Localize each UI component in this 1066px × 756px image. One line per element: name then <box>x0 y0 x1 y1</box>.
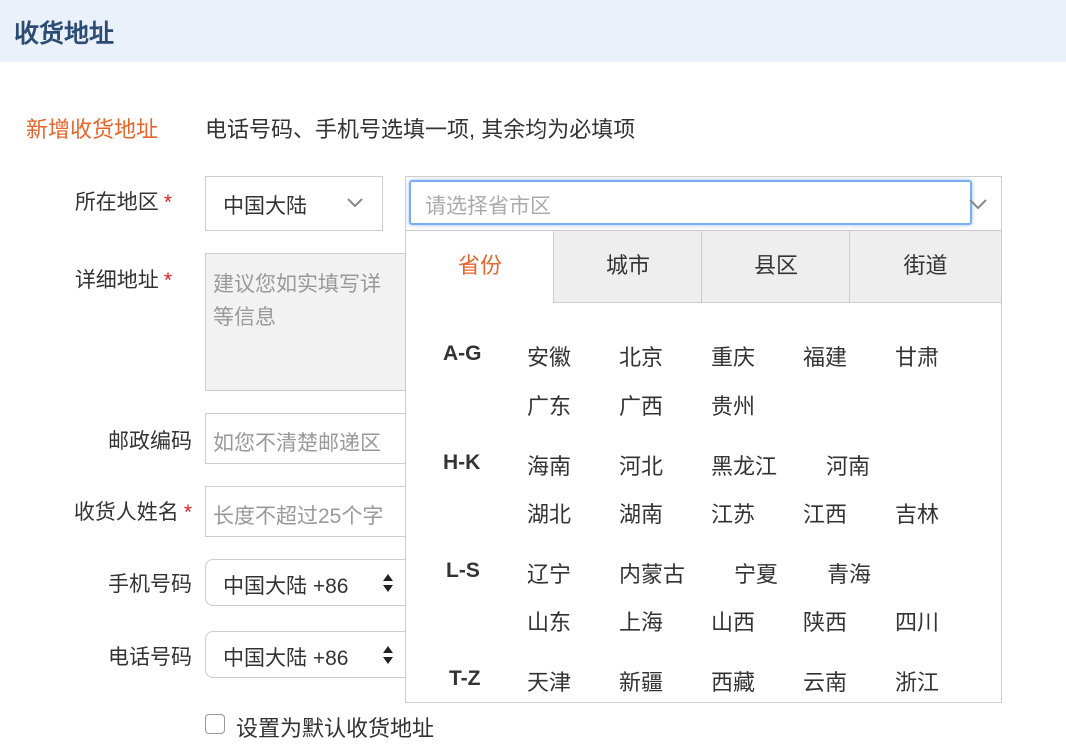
province-item[interactable]: 江苏 <box>711 497 755 529</box>
region-picker-input[interactable]: 请选择省市区 <box>405 176 1002 231</box>
page-header: 收货地址 <box>0 0 1066 62</box>
province-item[interactable]: 重庆 <box>711 340 755 372</box>
province-item[interactable]: 安徽 <box>527 340 571 372</box>
province-item[interactable]: 新疆 <box>619 665 663 697</box>
address-label-text: 详细地址 <box>74 269 159 292</box>
region-picker-focus: 请选择省市区 <box>409 180 972 225</box>
province-item[interactable]: 广东 <box>527 389 571 421</box>
phone-country-value: 中国大陆 +86 <box>223 647 349 670</box>
default-address-label[interactable]: 设置为默认收货地址 <box>236 711 434 743</box>
province-item[interactable]: 福建 <box>803 340 847 372</box>
province-item[interactable]: 山西 <box>711 605 755 637</box>
tab-county[interactable]: 县区 <box>701 231 850 303</box>
province-item[interactable]: 黑龙江 <box>711 449 777 481</box>
province-item[interactable]: 西藏 <box>711 665 755 697</box>
province-item[interactable]: 陕西 <box>803 605 847 637</box>
group-label: T-Z <box>449 667 481 690</box>
tab-province[interactable]: 省份 <box>406 231 554 303</box>
mobile-label: 手机号码 <box>108 573 192 596</box>
province-item[interactable]: 辽宁 <box>527 557 571 589</box>
province-item[interactable]: 湖北 <box>527 497 571 529</box>
required-mark: * <box>163 191 172 214</box>
province-item[interactable]: 湖南 <box>619 497 663 529</box>
province-item[interactable]: 河南 <box>826 449 870 481</box>
phone-country-select[interactable]: 中国大陆 +86 <box>205 631 415 678</box>
mobile-country-select[interactable]: 中国大陆 +86 <box>205 559 415 606</box>
province-item[interactable]: 甘肃 <box>895 340 939 372</box>
province-item[interactable]: 宁夏 <box>734 557 778 589</box>
postal-input[interactable]: 如您不清楚邮递区 <box>205 413 415 464</box>
address-textarea[interactable]: 建议您如实填写详 等信息 <box>205 253 415 391</box>
province-item[interactable]: 天津 <box>527 665 571 697</box>
region-label-text: 所在地区 <box>74 191 159 214</box>
chevron-down-icon <box>347 198 363 208</box>
phone-label: 电话号码 <box>108 646 192 669</box>
updown-arrows-icon <box>383 646 393 664</box>
recipient-placeholder: 长度不超过25个字 <box>213 505 384 528</box>
address-label: 详细地址 * <box>52 264 172 294</box>
recipient-label: 收货人姓名 * <box>58 496 192 526</box>
required-mark: * <box>183 501 192 524</box>
required-mark: * <box>163 269 172 292</box>
tab-street[interactable]: 街道 <box>849 231 1001 303</box>
default-address-checkbox[interactable] <box>205 714 225 734</box>
province-item[interactable]: 贵州 <box>711 389 755 421</box>
page-title: 收货地址 <box>14 20 115 48</box>
mobile-country-value: 中国大陆 +86 <box>223 575 349 598</box>
group-label: A-G <box>443 342 482 365</box>
province-item[interactable]: 吉林 <box>895 497 939 529</box>
province-item[interactable]: 内蒙古 <box>619 557 685 589</box>
province-item[interactable]: 浙江 <box>895 665 939 697</box>
country-select-value: 中国大陆 <box>223 195 307 218</box>
region-placeholder: 请选择省市区 <box>425 195 551 218</box>
recipient-label-text: 收货人姓名 <box>73 501 179 524</box>
group-label: H-K <box>443 451 481 474</box>
province-item[interactable]: 北京 <box>619 340 663 372</box>
province-item[interactable]: 青海 <box>827 557 871 589</box>
postal-label: 邮政编码 <box>108 430 192 453</box>
address-placeholder: 建议您如实填写详 等信息 <box>213 273 381 329</box>
section-hint: 电话号码、手机号选填一项, 其余均为必填项 <box>205 117 636 142</box>
province-item[interactable]: 四川 <box>895 605 939 637</box>
province-item[interactable]: 上海 <box>619 605 663 637</box>
province-item[interactable]: 山东 <box>527 605 571 637</box>
recipient-input[interactable]: 长度不超过25个字 <box>205 486 415 537</box>
updown-arrows-icon <box>383 574 393 592</box>
province-item[interactable]: 广西 <box>619 389 663 421</box>
group-label: L-S <box>446 559 480 582</box>
province-item[interactable]: 云南 <box>803 665 847 697</box>
province-item[interactable]: 江西 <box>803 497 847 529</box>
tab-city[interactable]: 城市 <box>553 231 702 303</box>
section-title: 新增收货地址 <box>26 117 159 142</box>
province-item[interactable]: 海南 <box>527 449 571 481</box>
region-picker-dropdown: 省份 城市 县区 街道 A-G 安徽 北京 重庆 福建 甘肃 广东 广西 贵州 … <box>405 230 1002 703</box>
region-label: 所在地区 * <box>52 186 172 216</box>
province-item[interactable]: 河北 <box>619 449 663 481</box>
chevron-down-icon <box>969 199 987 210</box>
country-select[interactable]: 中国大陆 <box>205 176 383 231</box>
postal-placeholder: 如您不清楚邮递区 <box>213 432 381 455</box>
